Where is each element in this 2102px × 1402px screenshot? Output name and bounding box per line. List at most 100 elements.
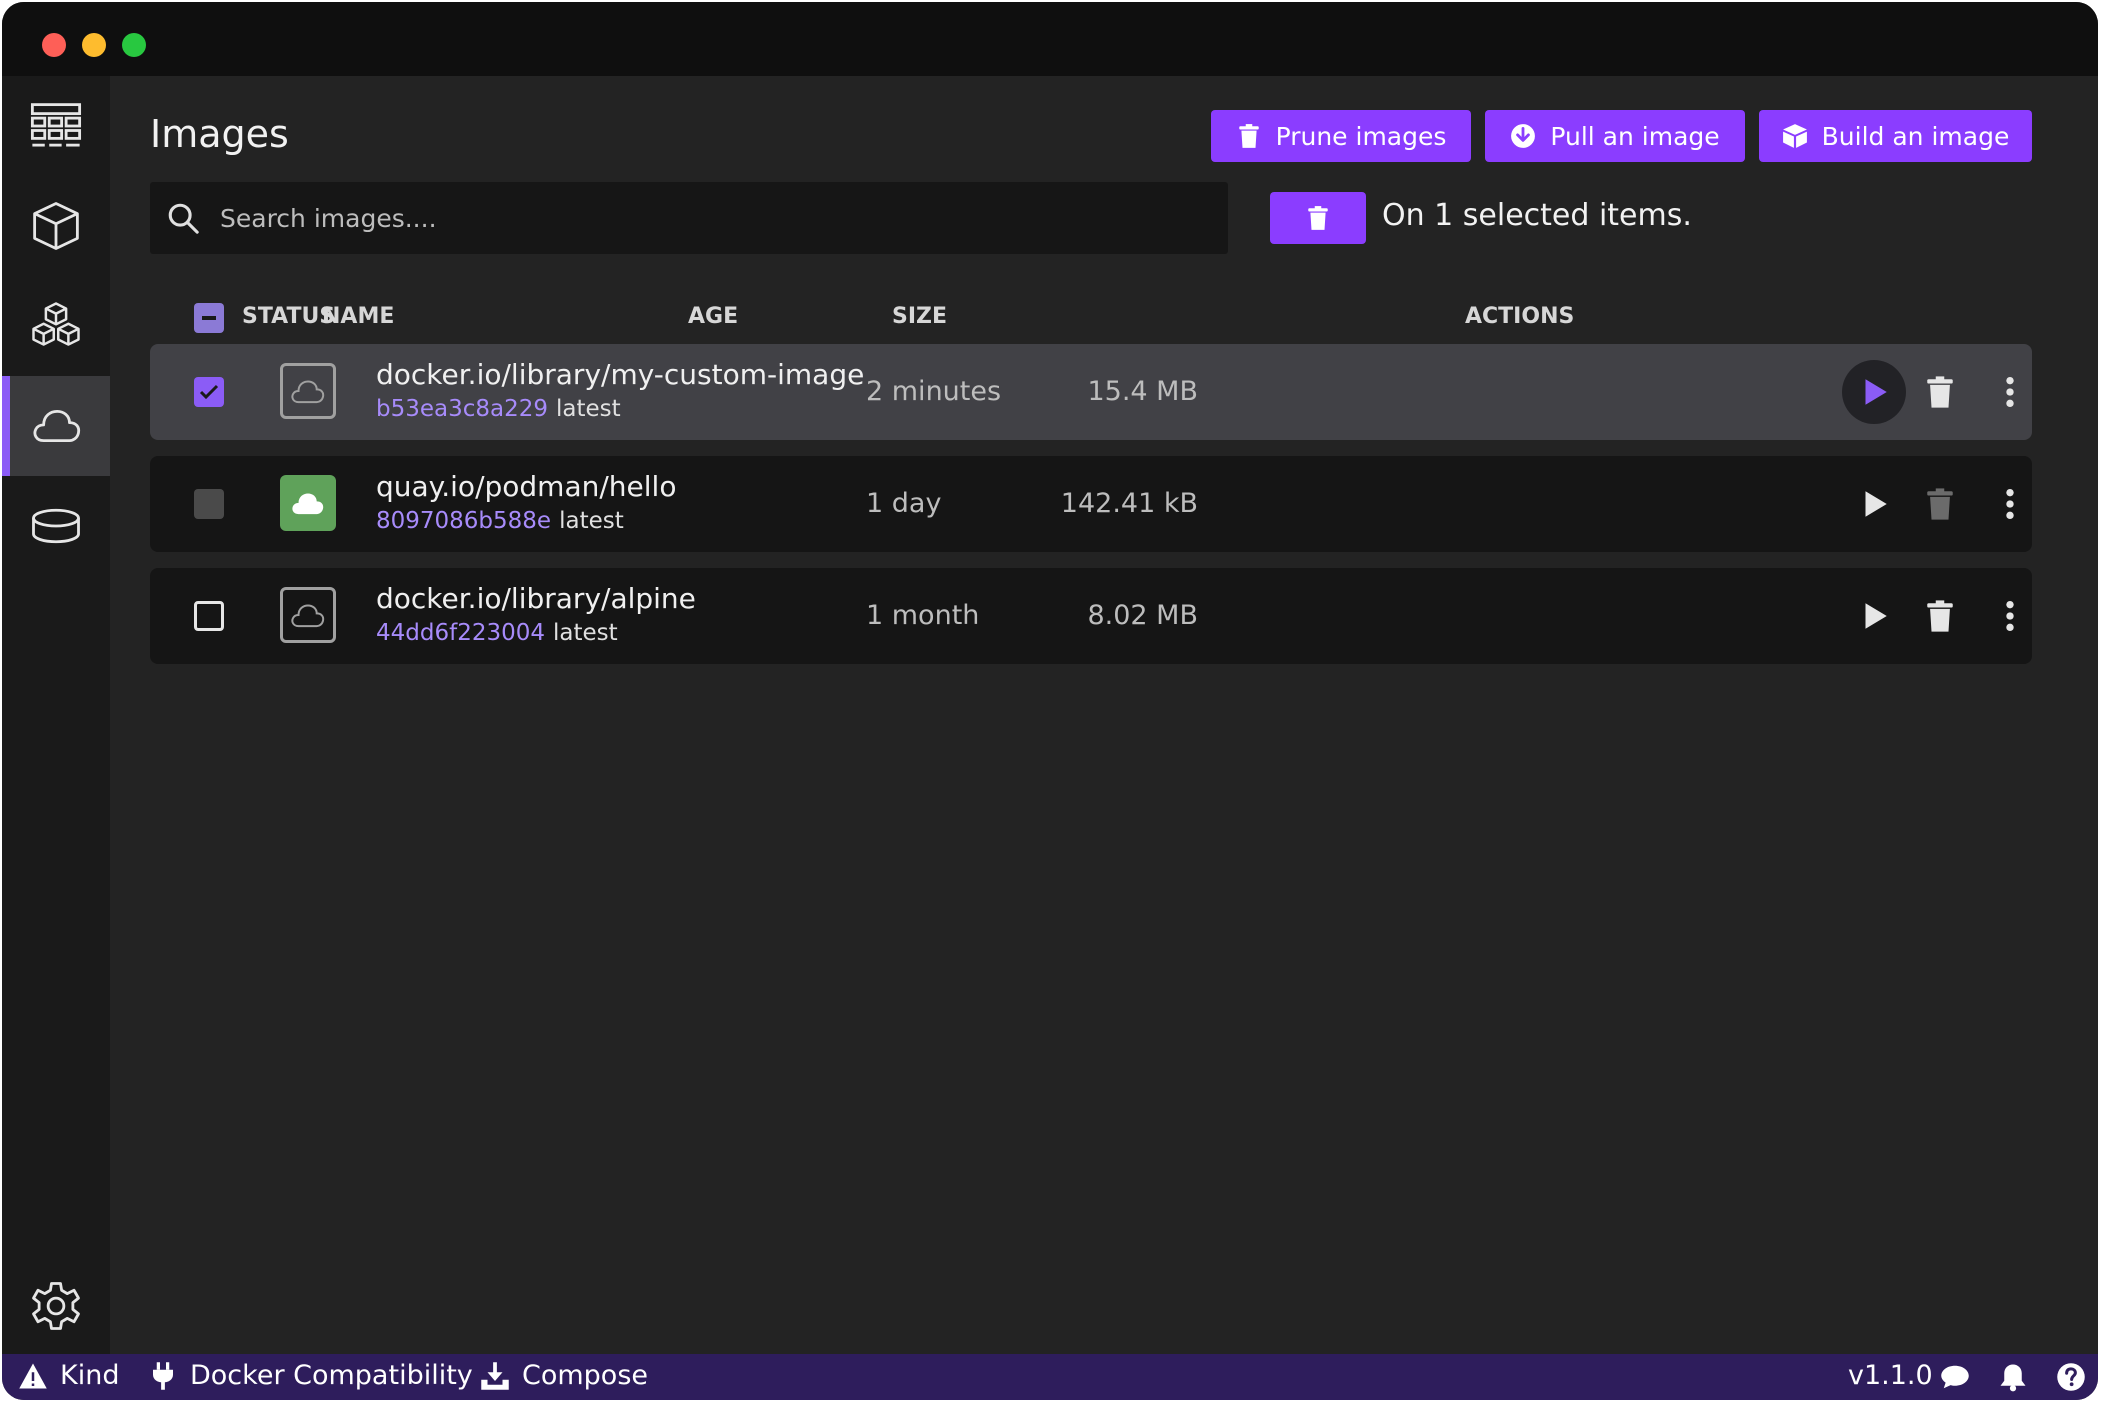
trash-icon bbox=[1927, 376, 1953, 408]
status-in-use-icon bbox=[280, 475, 336, 531]
row-checkbox[interactable] bbox=[194, 601, 224, 631]
run-image-button[interactable] bbox=[1850, 480, 1898, 528]
prune-images-label: Prune images bbox=[1275, 121, 1447, 151]
help-icon[interactable] bbox=[2056, 1362, 2086, 1392]
cube-icon bbox=[33, 202, 79, 250]
kind-label: Kind bbox=[60, 1360, 120, 1391]
app-window: Images Prune images Pull an image Build … bbox=[2, 2, 2098, 1400]
more-actions-button[interactable] bbox=[1992, 368, 2028, 416]
sidebar-item-settings[interactable] bbox=[2, 1256, 110, 1356]
trash-icon bbox=[1308, 206, 1328, 230]
status-unused-icon bbox=[280, 587, 336, 643]
select-all-checkbox[interactable] bbox=[194, 303, 224, 333]
database-icon bbox=[32, 508, 80, 544]
table-row[interactable]: docker.io/library/alpine 44dd6f223004 lat… bbox=[150, 568, 2032, 664]
dashboard-grid-icon bbox=[30, 103, 82, 147]
cloud-icon bbox=[291, 380, 325, 404]
image-size: 8.02 MB bbox=[1087, 600, 1198, 631]
image-size: 142.41 kB bbox=[1060, 488, 1198, 519]
bell-icon[interactable] bbox=[1998, 1362, 2028, 1392]
more-actions-button[interactable] bbox=[1992, 592, 2028, 640]
docker-compatibility-status-item[interactable]: Docker Compatibility bbox=[148, 1360, 473, 1391]
page-title: Images bbox=[150, 112, 289, 156]
title-bar bbox=[2, 2, 2098, 76]
kebab-menu-icon bbox=[2006, 488, 2014, 520]
image-id-value[interactable]: b53ea3c8a229 bbox=[376, 396, 548, 422]
row-checkbox bbox=[194, 489, 224, 519]
delete-image-button[interactable] bbox=[1916, 592, 1964, 640]
trash-icon bbox=[1238, 124, 1259, 148]
search-bar bbox=[150, 182, 1228, 254]
compose-label: Compose bbox=[522, 1360, 649, 1391]
bulk-delete-button[interactable] bbox=[1270, 192, 1366, 244]
run-image-button[interactable] bbox=[1842, 360, 1906, 424]
download-tray-icon bbox=[481, 1361, 509, 1390]
image-age: 2 minutes bbox=[866, 376, 1002, 407]
pull-image-label: Pull an image bbox=[1550, 121, 1720, 151]
cloud-icon bbox=[291, 604, 325, 628]
maximize-window-button[interactable] bbox=[122, 33, 146, 57]
sidebar-item-containers[interactable] bbox=[2, 176, 110, 276]
sidebar-item-pods[interactable] bbox=[2, 276, 110, 376]
chat-bubble-icon[interactable] bbox=[1940, 1362, 1970, 1392]
sidebar bbox=[2, 76, 110, 1354]
prune-images-button[interactable]: Prune images bbox=[1211, 110, 1471, 162]
image-name[interactable]: docker.io/library/alpine bbox=[376, 582, 696, 615]
search-input[interactable] bbox=[218, 202, 1202, 234]
column-header-age[interactable]: AGE bbox=[688, 304, 738, 329]
image-id-value[interactable]: 8097086b588e bbox=[376, 508, 551, 534]
play-icon bbox=[1865, 491, 1887, 517]
image-age: 1 month bbox=[866, 600, 980, 631]
minus-icon bbox=[202, 316, 216, 320]
play-icon bbox=[1865, 603, 1887, 629]
cloud-icon bbox=[33, 409, 81, 443]
build-image-button[interactable]: Build an image bbox=[1759, 110, 2032, 162]
cubes-icon bbox=[32, 302, 80, 346]
images-page: Images Prune images Pull an image Build … bbox=[110, 76, 2098, 1354]
kebab-menu-icon bbox=[2006, 376, 2014, 408]
image-name[interactable]: quay.io/podman/hello bbox=[376, 470, 676, 503]
version-label: v1.1.0 bbox=[1848, 1360, 1933, 1391]
image-id: 8097086b588e latest bbox=[376, 508, 624, 534]
download-circle-icon bbox=[1511, 124, 1536, 148]
image-id: b53ea3c8a229 latest bbox=[376, 396, 621, 422]
image-tag: latest bbox=[553, 620, 618, 646]
close-window-button[interactable] bbox=[42, 33, 66, 57]
image-name[interactable]: docker.io/library/my-custom-image bbox=[376, 358, 864, 391]
kebab-menu-icon bbox=[2006, 600, 2014, 632]
sidebar-item-dashboard[interactable] bbox=[2, 76, 110, 176]
compose-status-item[interactable]: Compose bbox=[480, 1360, 648, 1391]
table-row[interactable]: docker.io/library/my-custom-image b53ea3… bbox=[150, 344, 2032, 440]
warning-icon bbox=[19, 1363, 47, 1388]
image-tag: latest bbox=[559, 508, 624, 534]
pull-image-button[interactable]: Pull an image bbox=[1485, 110, 1745, 162]
play-icon bbox=[1865, 379, 1887, 405]
cloud-icon bbox=[292, 493, 324, 515]
status-bar: Kind Docker Compatibility Compose v1.1.0 bbox=[2, 1354, 2098, 1400]
more-actions-button[interactable] bbox=[1992, 480, 2028, 528]
image-age: 1 day bbox=[866, 488, 942, 519]
box-icon bbox=[1782, 124, 1807, 148]
row-checkbox[interactable] bbox=[194, 377, 224, 407]
sidebar-item-images[interactable] bbox=[2, 376, 110, 476]
delete-image-button bbox=[1916, 480, 1964, 528]
minimize-window-button[interactable] bbox=[82, 33, 106, 57]
selection-count-label: On 1 selected items. bbox=[1382, 198, 1692, 233]
table-row[interactable]: quay.io/podman/hello 8097086b588e latest … bbox=[150, 456, 2032, 552]
check-icon bbox=[199, 384, 219, 400]
column-header-name[interactable]: NAME bbox=[322, 304, 394, 329]
gear-icon bbox=[32, 1282, 80, 1330]
column-header-actions: ACTIONS bbox=[1465, 304, 1575, 329]
table-header: STATUS NAME AGE SIZE ACTIONS bbox=[150, 296, 2034, 340]
image-tag: latest bbox=[556, 396, 621, 422]
image-id-value[interactable]: 44dd6f223004 bbox=[376, 620, 545, 646]
build-image-label: Build an image bbox=[1821, 121, 2010, 151]
image-size: 15.4 MB bbox=[1087, 376, 1198, 407]
delete-image-button[interactable] bbox=[1916, 368, 1964, 416]
kind-status-item[interactable]: Kind bbox=[18, 1360, 119, 1391]
search-icon bbox=[168, 203, 199, 234]
run-image-button[interactable] bbox=[1850, 592, 1898, 640]
column-header-size[interactable]: SIZE bbox=[892, 304, 947, 329]
trash-icon bbox=[1927, 600, 1953, 632]
sidebar-item-volumes[interactable] bbox=[2, 476, 110, 576]
